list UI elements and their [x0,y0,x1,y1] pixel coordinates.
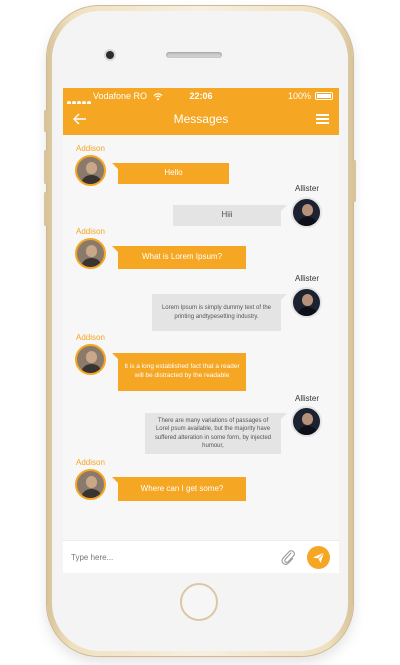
avatar[interactable] [291,287,322,318]
sender-name: Addison [76,144,105,153]
volume-up-button [44,150,47,184]
send-icon[interactable] [307,546,330,569]
mute-switch [44,110,47,132]
message-bubble[interactable]: It is a long established fact that a rea… [112,353,246,391]
volume-down-button [44,192,47,226]
avatar[interactable] [75,238,106,269]
app-header: Messages [63,104,339,135]
avatar[interactable] [75,344,106,375]
avatar[interactable] [75,469,106,500]
message-bubble[interactable]: There are many variations of passages of… [145,413,287,454]
front-camera [106,51,114,59]
page-title: Messages [173,112,229,126]
paperclip-icon[interactable] [280,548,296,571]
battery-percent: 100% [287,91,311,101]
sender-name: Allister [295,394,320,403]
message-composer [63,540,339,573]
hamburger-menu-icon[interactable] [316,114,329,125]
message-bubble[interactable]: Hiii [173,205,287,226]
sender-name: Addison [76,458,105,467]
home-button[interactable] [180,583,218,621]
message-bubble[interactable]: Hello [112,163,229,184]
message-bubble[interactable]: Lorem Ipsum is simply dummy text of the … [152,294,287,331]
sender-name: Allister [295,184,320,193]
app-screen: Vodafone RO 22:06 100% Messages Addison … [63,88,339,573]
message-bubble[interactable]: Where can I get some? [112,477,246,501]
sender-name: Addison [76,333,105,342]
status-bar: Vodafone RO 22:06 100% [63,88,339,105]
battery-icon [315,92,333,100]
sender-name: Addison [76,227,105,236]
message-bubble[interactable]: What is Lorem Ipsum? [112,246,246,269]
message-input[interactable] [71,548,271,566]
avatar[interactable] [75,155,106,186]
earpiece-speaker [166,52,222,58]
avatar[interactable] [291,197,322,228]
power-button [353,160,356,202]
sender-name: Allister [295,274,320,283]
avatar[interactable] [291,406,322,437]
